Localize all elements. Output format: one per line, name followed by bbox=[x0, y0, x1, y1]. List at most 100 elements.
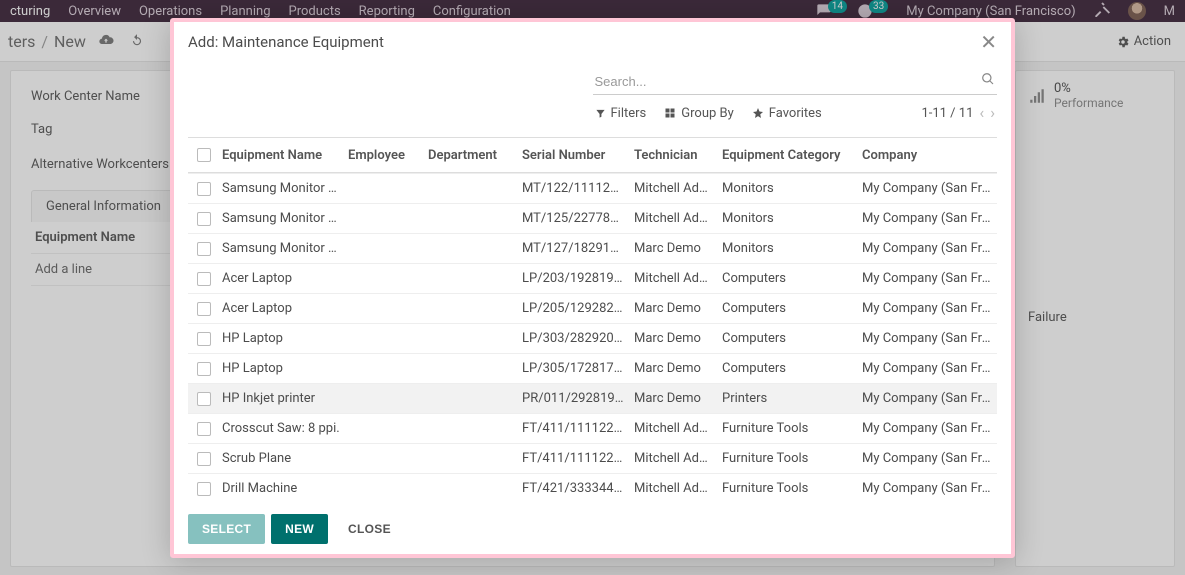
cell-technician: Marc Demo bbox=[630, 385, 718, 412]
table-row[interactable]: Drill MachineFT/421/33334444Mitchell Adm… bbox=[188, 473, 997, 503]
close-icon[interactable]: ✕ bbox=[980, 32, 997, 52]
cell-department bbox=[424, 273, 518, 285]
cell-category: Printers bbox=[718, 385, 858, 412]
table-row[interactable]: HP Inkjet printer PR/011/2928191889Marc D… bbox=[188, 383, 997, 413]
cell-technician: Marc Demo bbox=[630, 355, 718, 382]
cell-department bbox=[424, 303, 518, 315]
row-checkbox[interactable] bbox=[197, 212, 211, 226]
col-department[interactable]: Department bbox=[424, 142, 518, 169]
pager: 1-11 / 11 ‹ › bbox=[921, 105, 995, 121]
col-equipment-name[interactable]: Equipment Name bbox=[218, 142, 344, 169]
table-row[interactable]: HP LaptopLP/303/28292090Marc DemoCompute… bbox=[188, 323, 997, 353]
cell-name: Samsung Monitor 15" bbox=[218, 175, 344, 202]
cell-company: My Company (San Francisco) bbox=[858, 175, 995, 202]
cell-employee bbox=[344, 243, 424, 255]
cell-company: My Company (San Francisco) bbox=[858, 475, 995, 502]
cell-employee bbox=[344, 213, 424, 225]
groupby-label: Group By bbox=[681, 106, 734, 121]
row-checkbox[interactable] bbox=[197, 452, 211, 466]
table-row[interactable]: Samsung Monitor 15"MT/125/22778837Mitche… bbox=[188, 203, 997, 233]
cell-technician: Marc Demo bbox=[630, 295, 718, 322]
cell-serial: LP/205/12928291 bbox=[518, 295, 630, 322]
pager-next[interactable]: › bbox=[990, 105, 995, 121]
table-row[interactable]: Acer Laptop LP/205/12928291Marc DemoCompu… bbox=[188, 293, 997, 323]
row-checkbox[interactable] bbox=[197, 362, 211, 376]
pager-prev[interactable]: ‹ bbox=[979, 105, 984, 121]
cell-company: My Company (San Francisco) bbox=[858, 415, 995, 442]
cell-name: Samsung Monitor 15" bbox=[218, 235, 344, 262]
equipment-table: Equipment Name Employee Department Seria… bbox=[188, 137, 997, 504]
cell-category: Computers bbox=[718, 295, 858, 322]
close-button[interactable]: Close bbox=[334, 514, 405, 544]
row-checkbox[interactable] bbox=[197, 242, 211, 256]
table-row[interactable]: HP LaptopLP/305/17281718Marc DemoCompute… bbox=[188, 353, 997, 383]
cell-department bbox=[424, 423, 518, 435]
cell-company: My Company (San Francisco) bbox=[858, 385, 995, 412]
cell-company: My Company (San Francisco) bbox=[858, 295, 995, 322]
cell-technician: Mitchell Admin bbox=[630, 445, 718, 472]
col-category[interactable]: Equipment Category bbox=[718, 142, 858, 169]
filters-label: Filters bbox=[611, 106, 647, 121]
cell-category: Computers bbox=[718, 265, 858, 292]
col-technician[interactable]: Technician bbox=[630, 142, 718, 169]
cell-category: Monitors bbox=[718, 175, 858, 202]
col-serial[interactable]: Serial Number bbox=[518, 142, 630, 169]
groupby-button[interactable]: Group By bbox=[664, 106, 734, 121]
cell-employee bbox=[344, 423, 424, 435]
cell-serial: MT/122/11112222 bbox=[518, 175, 630, 202]
select-button[interactable]: Select bbox=[188, 514, 265, 544]
favorites-button[interactable]: Favorites bbox=[752, 106, 822, 121]
row-checkbox[interactable] bbox=[197, 302, 211, 316]
row-checkbox[interactable] bbox=[197, 482, 211, 496]
select-all-checkbox[interactable] bbox=[197, 148, 211, 162]
cell-department bbox=[424, 333, 518, 345]
filters-button[interactable]: Filters bbox=[595, 106, 647, 121]
pager-text[interactable]: 1-11 / 11 bbox=[921, 106, 973, 121]
cell-serial: MT/127/18291018 bbox=[518, 235, 630, 262]
cell-category: Computers bbox=[718, 325, 858, 352]
search-icon[interactable] bbox=[981, 72, 995, 90]
cell-company: My Company (San Francisco) bbox=[858, 325, 995, 352]
cell-department bbox=[424, 393, 518, 405]
row-checkbox[interactable] bbox=[197, 182, 211, 196]
cell-name: Crosscut Saw: 8 ppi. bbox=[218, 415, 344, 442]
cell-company: My Company (San Francisco) bbox=[858, 205, 995, 232]
cell-employee bbox=[344, 273, 424, 285]
table-row[interactable]: Samsung Monitor 15"MT/122/11112222Mitche… bbox=[188, 173, 997, 203]
cell-technician: Marc Demo bbox=[630, 235, 718, 262]
cell-name: HP Laptop bbox=[218, 355, 344, 382]
row-checkbox[interactable] bbox=[197, 422, 211, 436]
row-checkbox[interactable] bbox=[197, 272, 211, 286]
cell-serial: FT/411/11112222 bbox=[518, 415, 630, 442]
cell-technician: Mitchell Admin bbox=[630, 265, 718, 292]
modal-footer: Select New Close bbox=[188, 504, 997, 544]
cell-serial: PR/011/2928191889 bbox=[518, 385, 630, 412]
cell-name: Drill Machine bbox=[218, 475, 344, 502]
cell-category: Computers bbox=[718, 355, 858, 382]
modal-title: Add: Maintenance Equipment bbox=[188, 33, 384, 51]
cell-employee bbox=[344, 393, 424, 405]
cell-department bbox=[424, 213, 518, 225]
cell-category: Furniture Tools bbox=[718, 475, 858, 502]
table-row[interactable]: Acer LaptopLP/203/19281928Mitchell Admin… bbox=[188, 263, 997, 293]
cell-name: HP Inkjet printer bbox=[218, 385, 344, 412]
new-button[interactable]: New bbox=[271, 514, 328, 544]
cell-department bbox=[424, 453, 518, 465]
row-checkbox[interactable] bbox=[197, 392, 211, 406]
col-company[interactable]: Company bbox=[858, 142, 995, 169]
table-row[interactable]: Samsung Monitor 15" MT/127/18291018Marc D… bbox=[188, 233, 997, 263]
cell-serial: MT/125/22778837 bbox=[518, 205, 630, 232]
cell-technician: Mitchell Admin bbox=[630, 475, 718, 502]
cell-category: Furniture Tools bbox=[718, 445, 858, 472]
table-row[interactable]: Scrub PlaneFT/411/11112223Mitchell Admin… bbox=[188, 443, 997, 473]
col-employee[interactable]: Employee bbox=[344, 142, 424, 169]
cell-employee bbox=[344, 333, 424, 345]
row-checkbox[interactable] bbox=[197, 332, 211, 346]
tool-row: Filters Group By Favorites 1-11 / 11 ‹ › bbox=[593, 95, 998, 133]
search-row bbox=[593, 66, 998, 95]
table-row[interactable]: Crosscut Saw: 8 ppi.FT/411/11112222Mitch… bbox=[188, 413, 997, 443]
search-input[interactable] bbox=[595, 74, 982, 89]
cell-name: Acer Laptop bbox=[218, 295, 344, 322]
cell-company: My Company (San Francisco) bbox=[858, 355, 995, 382]
cell-employee bbox=[344, 483, 424, 495]
